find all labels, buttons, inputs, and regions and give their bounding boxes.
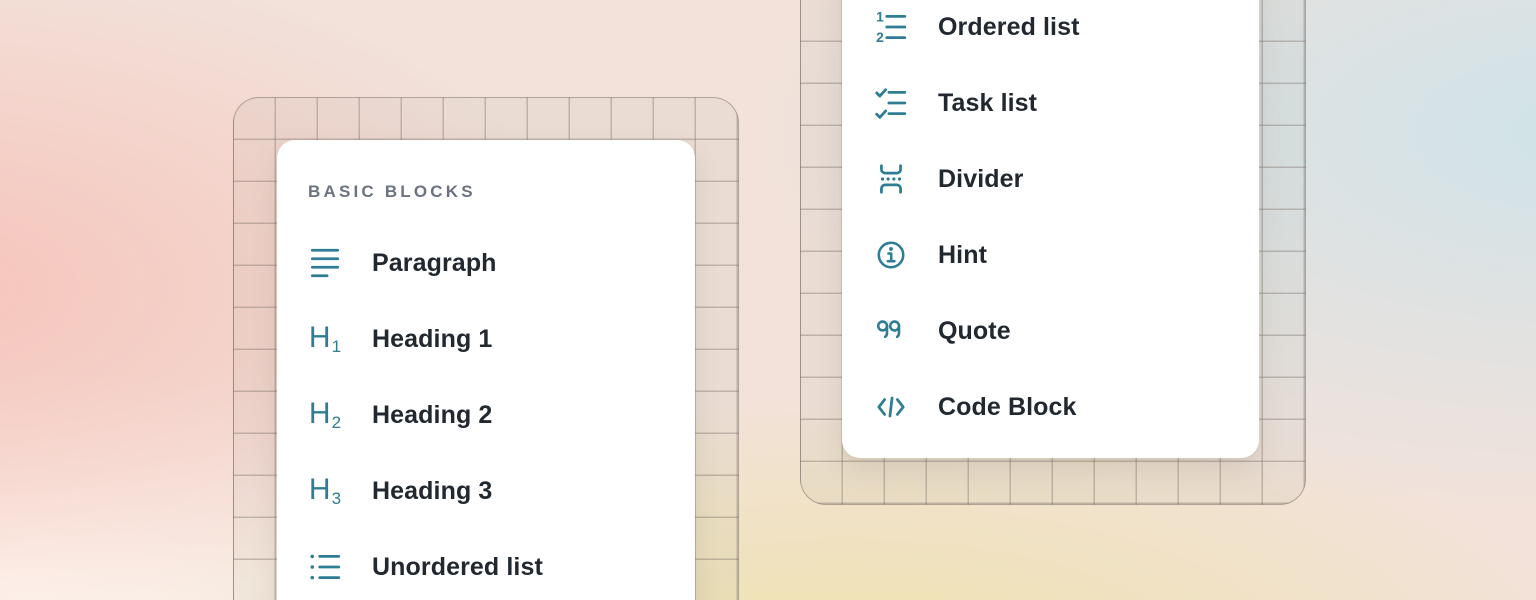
menu-item-heading-2[interactable]: H2 Heading 2 xyxy=(308,391,695,439)
menu-item-heading-3[interactable]: H3 Heading 3 xyxy=(308,467,695,515)
basic-blocks-list: Paragraph H1 Heading 1 H2 Heading 2 H3 H… xyxy=(308,239,695,591)
menu-item-task-list[interactable]: Task list xyxy=(874,79,1259,127)
hero-background: BASIC BLOCKS Paragraph H1 Heading 1 H2 H… xyxy=(0,0,1536,600)
quote-icon xyxy=(874,311,908,351)
blocks-menu-continued: 1 2 Ordered list Task list Divider Hint xyxy=(842,0,1259,458)
code-block-icon xyxy=(874,387,908,427)
basic-blocks-menu: BASIC BLOCKS Paragraph H1 Heading 1 H2 H… xyxy=(277,140,695,600)
unordered-list-icon xyxy=(308,547,342,587)
hint-icon xyxy=(874,235,908,275)
paragraph-icon xyxy=(308,243,342,283)
heading-3-icon: H3 xyxy=(308,471,342,511)
menu-item-heading-1[interactable]: H1 Heading 1 xyxy=(308,315,695,363)
menu-item-code-block[interactable]: Code Block xyxy=(874,383,1259,431)
menu-item-divider[interactable]: Divider xyxy=(874,155,1259,203)
section-label-basic-blocks: BASIC BLOCKS xyxy=(308,182,695,202)
menu-item-quote[interactable]: Quote xyxy=(874,307,1259,355)
blocks-list-continued: 1 2 Ordered list Task list Divider Hint xyxy=(874,3,1259,431)
svg-text:2: 2 xyxy=(876,29,884,44)
svg-text:1: 1 xyxy=(876,10,884,25)
menu-item-unordered-list[interactable]: Unordered list xyxy=(308,543,695,591)
heading-2-icon: H2 xyxy=(308,395,342,435)
divider-icon xyxy=(874,159,908,199)
menu-item-ordered-list[interactable]: 1 2 Ordered list xyxy=(874,3,1259,51)
menu-item-paragraph[interactable]: Paragraph xyxy=(308,239,695,287)
menu-item-hint[interactable]: Hint xyxy=(874,231,1259,279)
task-list-icon xyxy=(874,83,908,123)
heading-1-icon: H1 xyxy=(308,319,342,359)
ordered-list-icon: 1 2 xyxy=(874,7,908,47)
